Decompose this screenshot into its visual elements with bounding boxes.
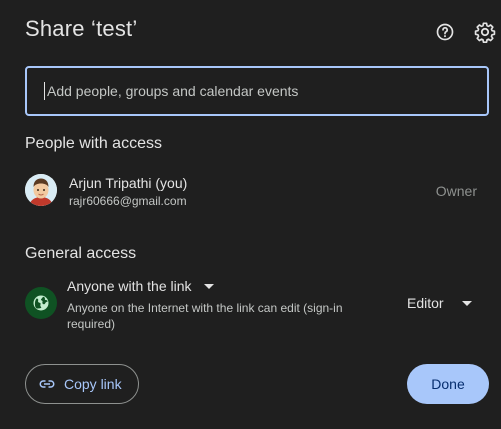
access-level-dropdown[interactable]: Anyone with the link <box>67 278 214 294</box>
gear-icon <box>474 22 496 43</box>
settings-button[interactable] <box>473 20 497 44</box>
access-level-label: Anyone with the link <box>67 278 192 294</box>
share-dialog: Share ‘test’ People with access <box>0 0 501 429</box>
add-people-input[interactable] <box>44 82 477 100</box>
user-avatar <box>25 174 57 206</box>
add-people-field[interactable] <box>25 66 489 116</box>
link-icon <box>39 380 55 388</box>
person-email: rajr60666@gmail.com <box>69 194 187 208</box>
help-button[interactable] <box>433 20 457 44</box>
done-button[interactable]: Done <box>407 364 489 404</box>
copy-link-label: Copy link <box>64 376 122 392</box>
person-row: Arjun Tripathi (you) rajr60666@gmail.com… <box>25 173 485 213</box>
dropdown-caret-icon <box>203 283 214 289</box>
person-role: Owner <box>435 183 477 199</box>
general-access-row: Anyone with the link Anyone on the Inter… <box>25 277 489 333</box>
role-dropdown[interactable]: Editor <box>407 295 472 311</box>
help-circle-icon <box>436 23 454 41</box>
dialog-title: Share ‘test’ <box>25 16 138 41</box>
dropdown-caret-icon <box>461 300 472 306</box>
people-with-access-heading: People with access <box>25 135 162 152</box>
copy-link-button[interactable]: Copy link <box>25 364 139 404</box>
person-name: Arjun Tripathi (you) <box>69 175 188 191</box>
general-access-heading: General access <box>25 245 137 262</box>
globe-icon <box>25 287 57 319</box>
role-label: Editor <box>407 295 444 311</box>
access-description: Anyone on the Internet with the link can… <box>67 301 343 331</box>
